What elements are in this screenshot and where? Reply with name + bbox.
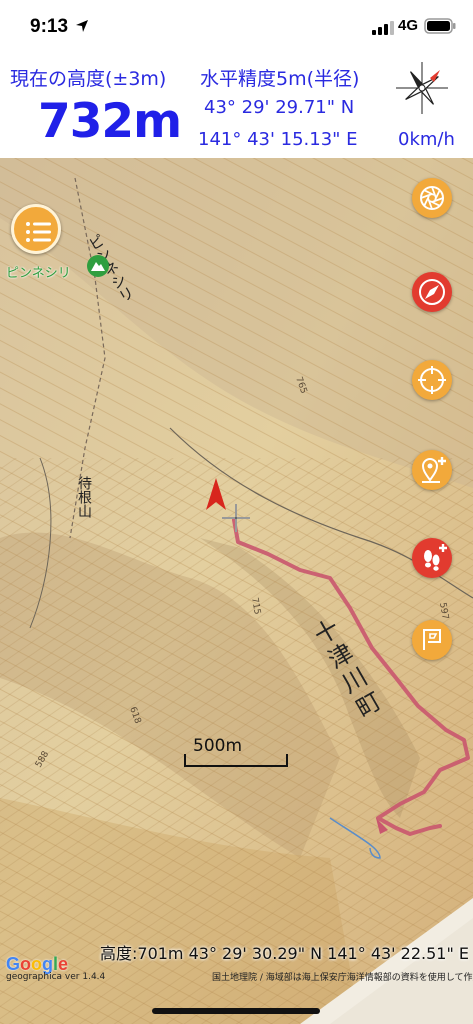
footprints-icon: [424, 544, 447, 571]
signal-icon: [372, 21, 394, 35]
menu-button[interactable]: [11, 204, 61, 254]
locate-button[interactable]: [412, 360, 452, 400]
aperture-icon: [420, 186, 444, 210]
menu-icon: [26, 222, 51, 242]
cursor-coordinates: 高度:701m 43° 29' 30.29" N 141° 43' 22.51"…: [100, 944, 470, 963]
compass-icon: [419, 279, 445, 305]
altitude-value: 732m: [38, 94, 182, 149]
altitude-label: 現在の高度(±3m): [10, 68, 167, 90]
map-layers-button[interactable]: [412, 178, 452, 218]
crosshair-icon: [418, 366, 446, 394]
accuracy-label: 水平精度5m(半径): [200, 68, 360, 90]
network-type: 4G: [398, 17, 419, 34]
add-pin-icon: [421, 457, 446, 483]
flag-icon: [423, 629, 441, 650]
scale-label: 500m: [193, 736, 243, 756]
scale-bar: [184, 754, 288, 767]
status-time: 9:13: [30, 16, 69, 37]
status-bar: 9:13 4G: [0, 0, 473, 54]
latitude-value: 43° 29' 29.71" N: [204, 97, 355, 118]
battery-icon: [424, 18, 456, 34]
peak-name-label: ピンネシリ: [6, 266, 71, 281]
home-indicator[interactable]: [152, 1008, 320, 1014]
location-arrow-icon: [76, 20, 88, 32]
track-record-button[interactable]: [412, 538, 452, 578]
compass-button[interactable]: [412, 272, 452, 312]
longitude-value: 141° 43' 15.13" E: [198, 129, 358, 150]
gps-info-panel: 現在の高度(±3m) 732m 水平精度5m(半径) 43° 29' 29.71…: [0, 54, 473, 158]
compass-rose-icon[interactable]: [394, 60, 450, 116]
terrain-layer[interactable]: 765 715 597 618 588 ピンネシリ 待根山 十津川町: [0, 158, 473, 1024]
app-version: geographica ver 1.4.4: [6, 972, 106, 982]
screen: 9:13 4G 現在の高度(±3m) 732m 水平精度5m(半径) 43° 2…: [0, 0, 473, 1024]
map-attribution: 国土地理院 / 海域部は海上保安庁海洋情報部の資料を使用して作成: [212, 973, 473, 983]
topographic-map[interactable]: 765 715 597 618 588 ピンネシリ 待根山 十津川町 ピンネシリ…: [0, 158, 473, 1024]
speed-value: 0km/h: [398, 129, 455, 150]
mountain-peak-icon[interactable]: [86, 254, 110, 278]
route-button[interactable]: [412, 620, 452, 660]
map-label-mountain: 待根山: [76, 476, 92, 518]
add-marker-button[interactable]: [412, 450, 452, 490]
